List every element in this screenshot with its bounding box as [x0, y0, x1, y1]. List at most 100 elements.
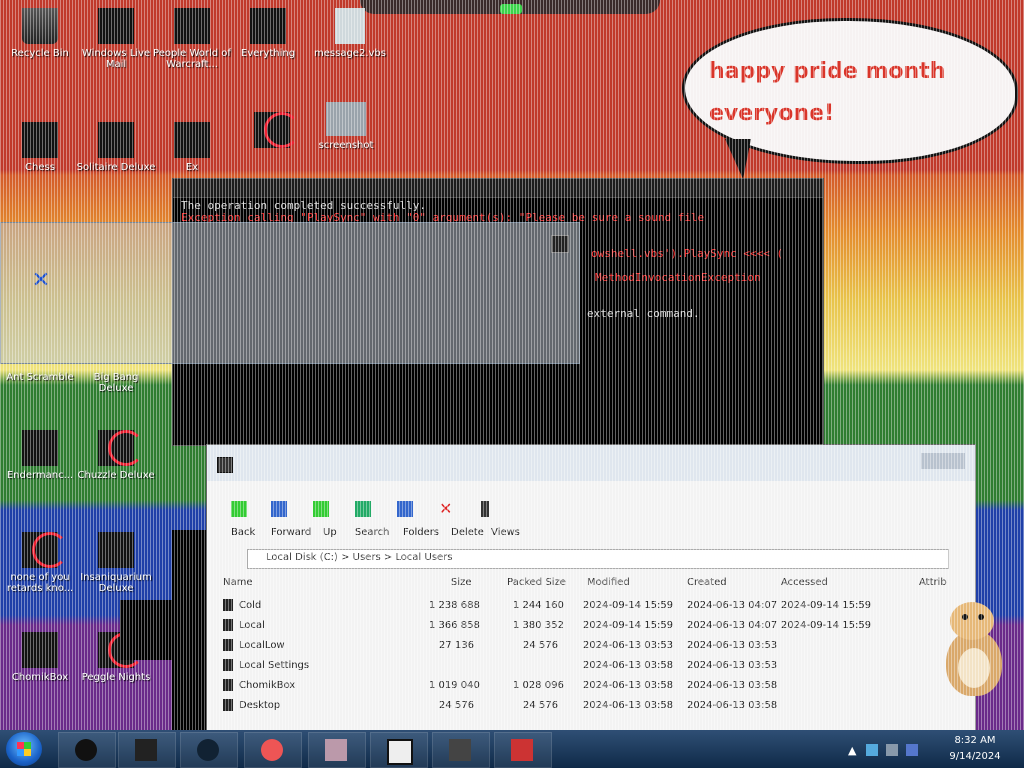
- desktop-icon-label: Chuzzle Deluxe: [77, 470, 155, 481]
- desktop-icon-label: none of you retards kno...: [6, 572, 74, 594]
- desktop-icon-big-bang-deluxe[interactable]: Big Bang Deluxe: [76, 372, 156, 394]
- desktop-icon-ex[interactable]: Ex: [152, 122, 232, 173]
- taskbar-app-button[interactable]: [494, 732, 552, 768]
- column-header-size[interactable]: Size: [451, 577, 472, 588]
- show-hidden-icons-button[interactable]: ▲: [848, 744, 856, 757]
- taskbar-app-button[interactable]: [180, 732, 238, 768]
- clock[interactable]: 8:32 AM 9/14/2024: [940, 733, 1010, 765]
- speech-bubble-text: happy pride month everyone!: [709, 59, 946, 126]
- column-header-accessed[interactable]: Accessed: [781, 577, 828, 588]
- desktop-icon-windows-live-mail[interactable]: Windows Live Mail: [76, 8, 156, 70]
- column-header-name[interactable]: Name: [223, 577, 253, 588]
- copy-icon[interactable]: [397, 501, 413, 517]
- add-icon[interactable]: [231, 501, 247, 517]
- row-accessed: 2024-09-14 15:59: [781, 620, 872, 631]
- minus-icon[interactable]: [271, 501, 287, 517]
- desktop-icon-screenshot[interactable]: screenshot: [306, 102, 386, 151]
- desktop-icon-solitaire-deluxe[interactable]: Solitaire Deluxe: [76, 122, 156, 173]
- table-row[interactable]: Desktop 24 576 24 576 2024-06-13 03:58 2…: [207, 697, 975, 715]
- app-icon: [217, 457, 233, 473]
- desktop-icon-chomikbox[interactable]: ChomikBox: [0, 632, 80, 683]
- app-icon: [197, 739, 219, 761]
- desktop-icon-chuzzle-deluxe[interactable]: Chuzzle Deluxe: [76, 430, 156, 481]
- glitch-patch: [120, 600, 180, 660]
- start-button[interactable]: [6, 732, 42, 766]
- desktop-icon-label: ChomikBox: [11, 672, 69, 683]
- desktop-icon-firefox[interactable]: [232, 112, 312, 152]
- taskbar-app-button[interactable]: [432, 732, 490, 768]
- firefox-icon: [254, 112, 300, 148]
- window-controls[interactable]: [921, 453, 965, 469]
- hamster-image: [940, 600, 1008, 700]
- taskbar-7zip-button[interactable]: [370, 732, 428, 768]
- delete-icon[interactable]: ✕: [439, 501, 455, 517]
- network-icon[interactable]: [866, 744, 878, 756]
- info-icon[interactable]: [481, 501, 489, 517]
- row-modified: 2024-09-14 15:59: [583, 600, 674, 611]
- game-icon: [174, 8, 210, 44]
- folder-icon: [223, 699, 233, 711]
- table-row[interactable]: Local Settings 2024-06-13 03:58 2024-06-…: [207, 657, 975, 675]
- speech-bubble-tail: [725, 139, 751, 179]
- row-size: 24 576: [439, 700, 474, 711]
- file-manager-titlebar[interactable]: [207, 445, 975, 481]
- desktop-icon-label: Endermanc...: [6, 470, 74, 481]
- desktop-icon-world-of-warcraft[interactable]: People World of Warcraft...: [152, 8, 232, 70]
- volume-icon[interactable]: [886, 744, 898, 756]
- desktop-icon-label: Insaniquarium Deluxe: [80, 572, 152, 594]
- desktop-icon-folder[interactable]: none of you retards kno...: [0, 532, 80, 594]
- row-modified: 2024-09-14 15:59: [583, 620, 674, 631]
- table-row[interactable]: ChomikBox 1 019 040 1 028 096 2024-06-13…: [207, 677, 975, 695]
- toolbar-label: Views: [491, 527, 520, 538]
- desktop-icon-ant-scramble[interactable]: Ant Scramble: [0, 372, 80, 383]
- row-name: LocalLow: [239, 640, 285, 651]
- taskbar-app-button[interactable]: [118, 732, 176, 768]
- desktop-icon-message-vbs[interactable]: message2.vbs: [310, 8, 390, 59]
- table-row[interactable]: Local 1 366 858 1 380 352 2024-09-14 15:…: [207, 617, 975, 635]
- column-header-attrib[interactable]: Attrib: [919, 577, 947, 588]
- error-dialog[interactable]: ✕: [0, 222, 580, 364]
- row-created: 2024-06-13 03:53: [687, 660, 778, 671]
- console-titlebar[interactable]: [173, 179, 823, 198]
- move-icon[interactable]: [355, 501, 371, 517]
- file-manager-window[interactable]: ✕ Back Forward Up Search Folders Delete …: [206, 444, 976, 732]
- action-center-icon[interactable]: [906, 744, 918, 756]
- row-name: Local: [239, 620, 265, 631]
- desktop-icon-recycle-bin[interactable]: Recycle Bin: [0, 8, 80, 59]
- desktop-icon-everything[interactable]: Everything: [228, 8, 308, 59]
- desktop-icon-chess[interactable]: Chess: [0, 122, 80, 173]
- hamster-eye: [962, 614, 968, 620]
- app-icon: [325, 739, 347, 761]
- taskbar-app-button[interactable]: [308, 732, 366, 768]
- windows-logo-icon: [17, 742, 31, 756]
- address-path: Local Disk (C:) > Users > Local Users: [266, 552, 453, 563]
- desktop-icon-endermanc[interactable]: Endermanc...: [0, 430, 80, 481]
- taskbar-app-button[interactable]: [58, 732, 116, 768]
- desktop-icon-label: Windows Live Mail: [81, 48, 151, 70]
- game-icon: [98, 532, 134, 568]
- desktop-icon-insaniquarium[interactable]: Insaniquarium Deluxe: [76, 532, 156, 594]
- column-header-created[interactable]: Created: [687, 577, 727, 588]
- row-created: 2024-06-13 03:53: [687, 640, 778, 651]
- firefox-icon: [261, 739, 283, 761]
- row-packed: 24 576: [523, 640, 558, 651]
- speech-bubble: happy pride month everyone!: [682, 18, 1018, 179]
- row-size: 1 019 040: [429, 680, 480, 691]
- table-row[interactable]: LocalLow 27 136 24 576 2024-06-13 03:53 …: [207, 637, 975, 655]
- address-bar[interactable]: Local Disk (C:) > Users > Local Users: [247, 549, 949, 569]
- console-error-line: owshell.vbs').PlaySync <<<< (: [591, 247, 784, 260]
- row-name: Cold: [239, 600, 262, 611]
- top-cap-decoration: [360, 0, 660, 14]
- cards-icon: [98, 122, 134, 158]
- column-header-packed-size[interactable]: Packed Size: [507, 577, 566, 588]
- taskbar-firefox-button[interactable]: [244, 732, 302, 768]
- desktop-icon-label: Peggle Nights: [81, 672, 151, 683]
- close-button[interactable]: [551, 235, 569, 253]
- app-icon: [174, 122, 210, 158]
- row-accessed: 2024-09-14 15:59: [781, 600, 872, 611]
- app-icon: [449, 739, 471, 761]
- check-icon[interactable]: [313, 501, 329, 517]
- column-header-modified[interactable]: Modified: [587, 577, 630, 588]
- row-modified: 2024-06-13 03:58: [583, 660, 674, 671]
- table-row[interactable]: Cold 1 238 688 1 244 160 2024-09-14 15:5…: [207, 597, 975, 615]
